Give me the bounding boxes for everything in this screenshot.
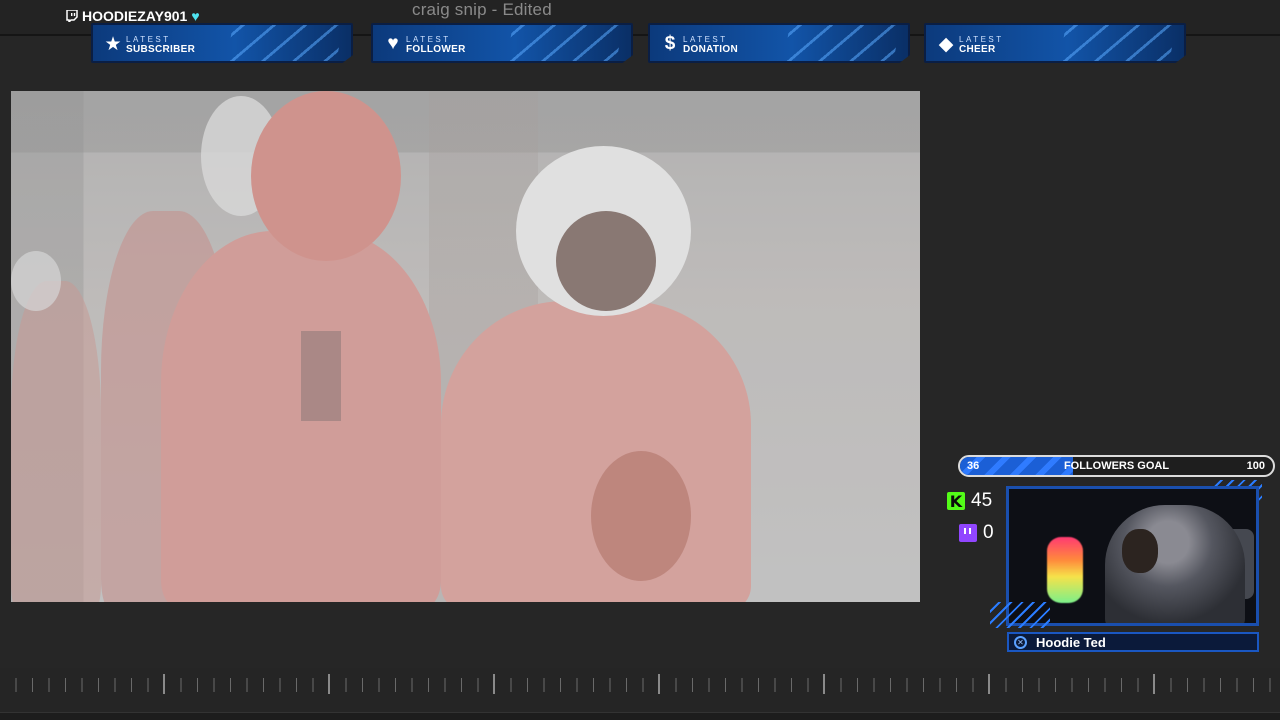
- twitch-viewer-count: 0: [959, 522, 994, 544]
- goal-label: FOLLOWERS GOAL: [1063, 460, 1170, 472]
- video-preview[interactable]: [11, 91, 920, 602]
- goal-max: 100: [1246, 460, 1265, 472]
- star-icon: ★: [104, 33, 122, 55]
- webcam-name-bar: ✕ Hoodie Ted: [1007, 632, 1259, 652]
- twitch-count: 0: [983, 522, 994, 543]
- alert-small-label: LATEST: [683, 35, 728, 44]
- kick-icon: K: [947, 492, 965, 511]
- alert-small-label: LATEST: [126, 35, 171, 44]
- kick-viewer-count: K 45: [947, 490, 992, 512]
- twitch-icon: [66, 10, 78, 22]
- alert-small-label: LATEST: [959, 35, 1004, 44]
- twitch-icon: [959, 524, 977, 542]
- username-label: HOODIEZAY901: [82, 8, 188, 24]
- dollar-icon: $: [664, 33, 676, 54]
- latest-donation-panel: $ LATEST DONATION: [648, 23, 910, 63]
- alert-big-label: FOLLOWER: [406, 44, 466, 55]
- rgb-microphone: [1047, 537, 1083, 603]
- streamer-username-badge: HOODIEZAY901 ♥: [66, 8, 200, 24]
- latest-follower-panel: ♥ LATEST FOLLOWER: [371, 23, 633, 63]
- latest-cheer-panel: ◆ LATEST CHEER: [924, 23, 1186, 63]
- timeline-ruler-major-ticks: [0, 674, 1280, 694]
- alert-big-label: SUBSCRIBER: [126, 44, 196, 55]
- diamond-icon: ◆: [938, 33, 954, 55]
- alert-small-label: LATEST: [406, 35, 451, 44]
- kick-count: 45: [971, 490, 993, 511]
- alert-big-label: DONATION: [683, 44, 738, 55]
- playstation-cross-icon: ✕: [1014, 635, 1027, 649]
- heart-icon: ♥: [191, 8, 200, 24]
- webcam-name: Hoodie Ted: [1036, 634, 1106, 650]
- window-title: craig snip - Edited: [412, 0, 552, 19]
- timeline-track[interactable]: [0, 712, 1280, 720]
- alert-big-label: CHEER: [959, 44, 996, 55]
- webcam-frame-decoration: [990, 602, 1050, 628]
- latest-subscriber-panel: ★ LATEST SUBSCRIBER: [91, 23, 353, 63]
- heart-icon: ♥: [387, 33, 399, 54]
- followers-goal-bar: 36 FOLLOWERS GOAL 100: [958, 455, 1275, 477]
- timeline-panel[interactable]: [0, 668, 1280, 720]
